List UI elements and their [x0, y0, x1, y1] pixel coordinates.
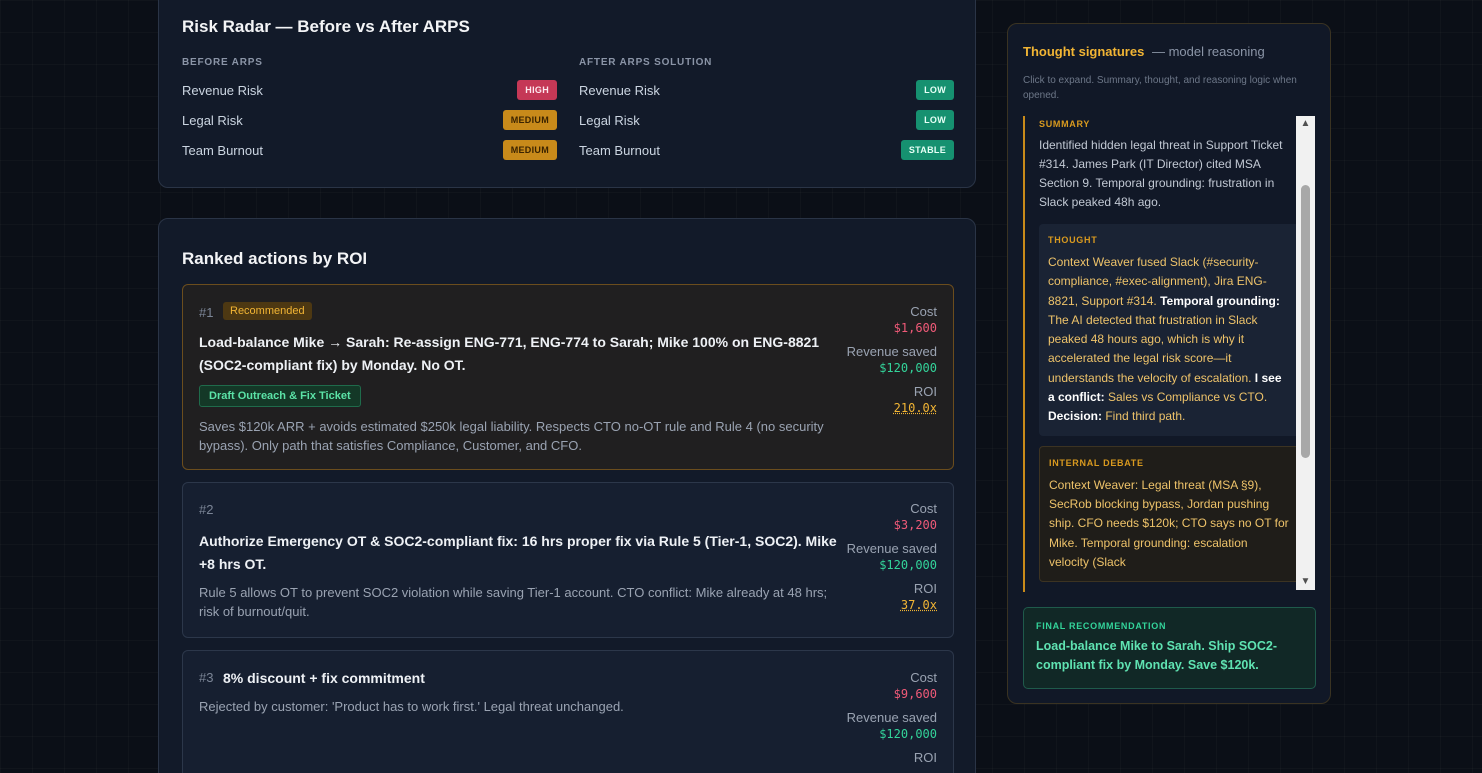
- thought-text: Context Weaver fused Slack (#security-co…: [1048, 255, 1282, 424]
- thought-title-text: Thought signatures: [1023, 44, 1145, 59]
- risk-label: Team Burnout: [579, 142, 660, 158]
- cost-value: $9,600: [893, 687, 937, 701]
- action-metrics: Cost $1,600 Revenue saved $120,000 ROI 2…: [847, 303, 937, 423]
- thought-box[interactable]: THOUGHT Context Weaver fused Slack (#sec…: [1039, 224, 1300, 436]
- action-headline: Load-balance Mike → Sarah: Re-assign ENG…: [199, 334, 820, 373]
- revenue-saved-value: $120,000: [879, 361, 937, 375]
- roi-value: 37.0x: [900, 598, 937, 612]
- action-card-1[interactable]: #1 Recommended Load-balance Mike → Sarah…: [182, 284, 954, 470]
- risk-level-badge: MEDIUM: [502, 110, 557, 130]
- revenue-saved-label: Revenue saved: [846, 344, 937, 359]
- risk-row: Revenue Risk HIGH: [182, 75, 557, 105]
- thought-signatures-title: Thought signatures — model reasoning: [1023, 44, 1265, 59]
- risk-before-column: BEFORE ARPS Revenue Risk HIGH Legal Risk…: [182, 57, 557, 165]
- risk-label: Legal Risk: [579, 112, 640, 128]
- risk-label: Legal Risk: [182, 112, 243, 128]
- risk-after-heading: AFTER ARPS SOLUTION: [579, 57, 713, 68]
- action-headline: Authorize Emergency OT & SOC2-compliant …: [199, 533, 837, 572]
- cost-value: $1,600: [893, 321, 937, 335]
- final-recommendation-text: Load-balance Mike to Sarah. Ship SOC2-co…: [1036, 639, 1278, 672]
- risk-after-column: AFTER ARPS SOLUTION Revenue Risk LOW Leg…: [579, 57, 954, 165]
- action-description: Rule 5 allows OT to prevent SOC2 violati…: [199, 585, 828, 619]
- draft-outreach-button[interactable]: Draft Outreach & Fix Ticket: [199, 385, 361, 407]
- risk-level-badge: MEDIUM: [502, 140, 557, 160]
- scrollbar-thumb[interactable]: [1301, 185, 1310, 458]
- action-metrics: Cost $3,200 Revenue saved $120,000 ROI 3…: [847, 500, 937, 620]
- revenue-saved-value: $120,000: [879, 727, 937, 741]
- roi-label: ROI: [913, 581, 937, 596]
- roi-label: ROI: [913, 750, 937, 765]
- thought-subtitle-text: — model reasoning: [1151, 44, 1265, 59]
- risk-radar-title: Risk Radar — Before vs After ARPS: [182, 17, 470, 36]
- risk-level-badge: LOW: [916, 110, 954, 130]
- risk-row: Team Burnout MEDIUM: [182, 135, 557, 165]
- ranked-actions-card: Ranked actions by ROI #1 Recommended Loa…: [158, 218, 976, 773]
- action-card-3[interactable]: #3 8% discount + fix commitment Rejected…: [182, 650, 954, 773]
- action-rank: #1: [199, 305, 214, 320]
- internal-debate-text: Context Weaver: Legal threat (MSA §9), S…: [1049, 477, 1289, 569]
- action-description: Saves $120k ARR + avoids estimated $250k…: [199, 419, 824, 453]
- final-recommendation-label: FINAL RECOMMENDATION: [1036, 621, 1167, 631]
- risk-row: Team Burnout STABLE: [579, 135, 954, 165]
- risk-label: Revenue Risk: [182, 82, 263, 98]
- scroll-down-arrow-icon[interactable]: ▼: [1296, 574, 1315, 590]
- roi-value: 210.0x: [893, 401, 937, 415]
- cost-label: Cost: [910, 501, 937, 516]
- summary-text: Identified hidden legal threat in Suppor…: [1039, 138, 1283, 209]
- revenue-saved-label: Revenue saved: [846, 710, 937, 725]
- thought-scrollbar[interactable]: ▲ ▼: [1296, 116, 1315, 590]
- summary-label: SUMMARY: [1039, 119, 1091, 129]
- risk-level-badge: STABLE: [900, 140, 954, 160]
- cost-label: Cost: [910, 304, 937, 319]
- risk-radar-card: Risk Radar — Before vs After ARPS BEFORE…: [158, 0, 976, 188]
- risk-label: Team Burnout: [182, 142, 263, 158]
- action-metrics: Cost $9,600 Revenue saved $120,000 ROI: [847, 669, 937, 766]
- revenue-saved-value: $120,000: [879, 558, 937, 572]
- thought-label: THOUGHT: [1048, 235, 1098, 245]
- roi-label: ROI: [913, 384, 937, 399]
- action-rank: #3: [199, 670, 214, 685]
- risk-row: Legal Risk MEDIUM: [182, 105, 557, 135]
- thought-hint: Click to expand. Summary, thought, and r…: [1023, 75, 1297, 101]
- action-rank: #2: [199, 502, 214, 517]
- action-card-2[interactable]: #2 Authorize Emergency OT & SOC2-complia…: [182, 482, 954, 638]
- risk-row: Revenue Risk LOW: [579, 75, 954, 105]
- risk-row: Legal Risk LOW: [579, 105, 954, 135]
- revenue-saved-label: Revenue saved: [846, 541, 937, 556]
- action-description: Rejected by customer: 'Product has to wo…: [199, 699, 624, 714]
- thought-scroll-area[interactable]: SUMMARY Identified hidden legal threat i…: [1023, 116, 1316, 592]
- risk-level-badge: LOW: [916, 80, 954, 100]
- final-recommendation: FINAL RECOMMENDATION Load-balance Mike t…: [1023, 607, 1316, 689]
- risk-label: Revenue Risk: [579, 82, 660, 98]
- cost-value: $3,200: [893, 518, 937, 532]
- thought-signatures-panel: Thought signatures — model reasoning Cli…: [1007, 23, 1331, 704]
- recommended-badge: Recommended: [223, 302, 312, 320]
- cost-label: Cost: [910, 670, 937, 685]
- risk-before-heading: BEFORE ARPS: [182, 57, 263, 68]
- scroll-up-arrow-icon[interactable]: ▲: [1296, 116, 1315, 132]
- internal-debate-box[interactable]: INTERNAL DEBATE Context Weaver: Legal th…: [1039, 445, 1300, 583]
- risk-level-badge: HIGH: [517, 80, 557, 100]
- internal-debate-label: INTERNAL DEBATE: [1049, 457, 1144, 468]
- action-headline: 8% discount + fix commitment: [223, 670, 425, 686]
- ranked-actions-title: Ranked actions by ROI: [182, 249, 368, 268]
- thought-content: SUMMARY Identified hidden legal threat i…: [1025, 116, 1300, 583]
